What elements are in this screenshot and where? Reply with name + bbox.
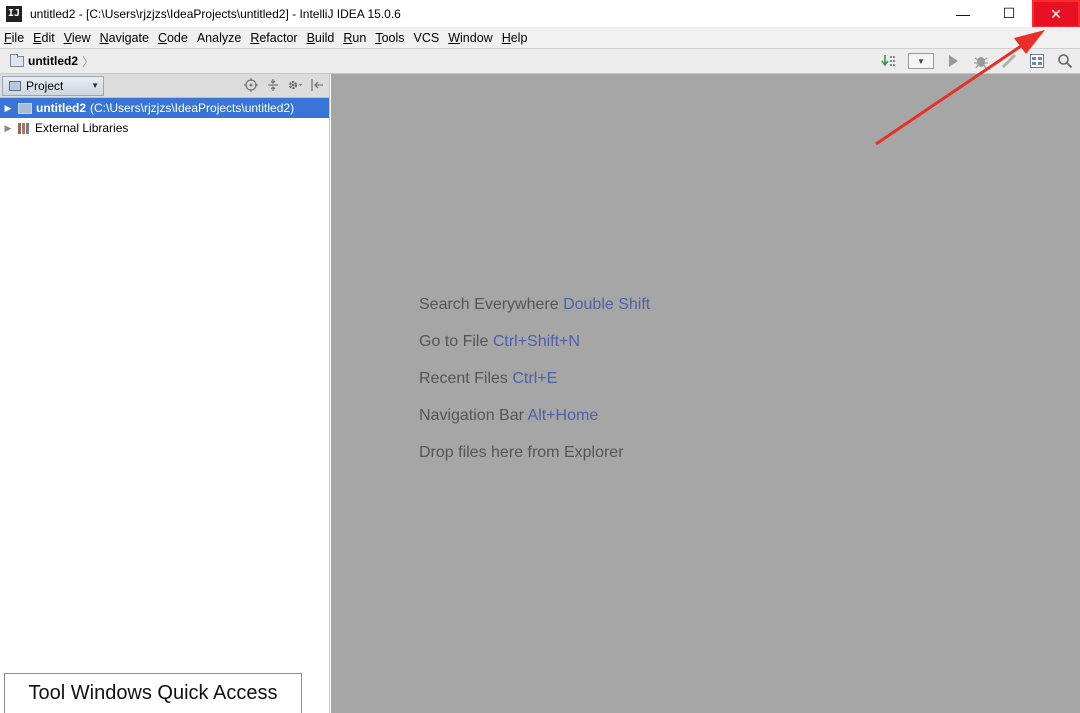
module-folder-icon [18,102,32,114]
hint-drop-files: Drop files here from Explorer [419,444,624,462]
tree-item-path: (C:\Users\rjzjzs\IdeaProjects\untitled2) [90,101,295,115]
tree-item-name: untitled2 [36,101,86,115]
menu-label: dit [41,30,55,45]
vcs-update-icon[interactable] [880,52,898,70]
menu-mnemonic: F [4,30,12,45]
menu-window[interactable]: Window [448,31,492,45]
tree-item-external-libraries[interactable]: ▶ External Libraries [0,118,329,138]
menu-edit[interactable]: Edit [33,31,55,45]
hide-panel-icon[interactable] [309,77,325,93]
hint-text: Recent Files [419,370,508,387]
collapse-all-icon[interactable] [265,77,281,93]
menu-label: avigate [108,30,149,45]
intellij-app-icon[interactable]: IJ [6,5,22,22]
menu-label: indow [460,30,493,45]
menu-help[interactable]: Help [502,31,528,45]
gear-icon[interactable] [287,77,303,93]
breadcrumb-label: untitled2 [28,54,78,68]
menu-label: elp [510,30,528,45]
menu-vcs[interactable]: VCS [414,31,440,45]
hint-shortcut: Ctrl+Shift+N [492,333,580,350]
tree-item-project-root[interactable]: ▶ untitled2 (C:\Users\rjzjzs\IdeaProject… [0,98,329,118]
menu-mnemonic: E [33,30,42,45]
menu-view[interactable]: View [64,31,91,45]
menu-run[interactable]: Run [343,31,366,45]
search-icon[interactable] [1056,52,1074,70]
hint-navigation-bar: Navigation Bar Alt+Home [419,407,598,425]
editor-empty-area[interactable]: Search Everywhere Double Shift Go to Fil… [331,74,1080,713]
hint-text: Navigation Bar [419,407,524,424]
menu-label: ools [381,30,405,45]
minimize-button[interactable]: — [940,0,986,27]
menu-mnemonic: N [99,30,109,45]
run-config-combo[interactable]: ▼ [908,53,934,69]
menu-tools[interactable]: Tools [375,31,404,45]
menu-analyze[interactable]: Analyze [197,31,241,45]
window-title: untitled2 - [C:\Users\rjzjzs\IdeaProject… [30,6,401,21]
title-bar: IJ untitled2 - [C:\Users\rjzjzs\IdeaProj… [0,0,1080,28]
expand-arrow-icon[interactable]: ▶ [0,123,16,134]
project-panel-tools [243,77,325,93]
hint-shortcut: Alt+Home [527,407,599,424]
hint-text: Go to File [419,333,489,350]
menu-label: ile [11,30,25,45]
menu-label: iew [71,30,91,45]
debug-icon[interactable] [972,52,990,70]
menu-build[interactable]: Build [307,31,335,45]
menu-mnemonic: B [306,30,315,45]
menu-mnemonic: C [157,30,167,45]
chevron-down-icon: ▼ [91,81,99,90]
coverage-icon[interactable] [1000,52,1018,70]
toolbar-actions: ▼ [880,52,1074,70]
menu-label: un [352,30,367,45]
library-icon [18,122,31,134]
menu-label: efactor [259,30,298,45]
window-controls: — ☐ ✕ [940,0,1080,28]
run-icon[interactable] [944,52,962,70]
close-button[interactable]: ✕ [1032,0,1080,28]
scroll-from-source-icon[interactable] [243,77,259,93]
project-view-selector[interactable]: Project ▼ [2,75,104,96]
hint-shortcut: Double Shift [563,296,651,313]
menu-label: ode [166,30,188,45]
navigation-bar: untitled2 〉 ▼ [0,48,1080,74]
hint-text: Drop files here from Explorer [419,444,624,461]
maximize-button[interactable]: ☐ [986,0,1032,27]
menu-code[interactable]: Code [158,31,188,45]
menu-bar: File Edit View Navigate Code Analyze Ref… [0,27,1080,48]
hint-go-to-file: Go to File Ctrl+Shift+N [419,333,580,351]
expand-arrow-icon[interactable]: ▶ [0,103,16,114]
menu-navigate[interactable]: Navigate [100,31,149,45]
folder-icon [10,53,24,67]
tree-item-name: External Libraries [35,121,129,135]
breadcrumb[interactable]: untitled2 〉 [10,53,94,70]
tool-windows-quick-access-tooltip: Tool Windows Quick Access [4,673,302,713]
hint-recent-files: Recent Files Ctrl+E [419,370,557,388]
menu-label: Analyze [196,30,242,45]
project-view-label: Project [26,78,64,93]
project-panel-header: Project ▼ [0,74,329,98]
project-tool-window: Project ▼ ▶ untitled2 (C:\Users\rjzjzs\I… [0,74,330,713]
menu-file[interactable]: File [4,31,24,45]
project-view-icon [9,80,21,91]
hint-search-everywhere: Search Everywhere Double Shift [419,296,650,314]
breadcrumb-separator: 〉 [82,54,95,69]
menu-mnemonic: H [501,30,511,45]
hint-text: Search Everywhere [419,296,559,313]
menu-refactor[interactable]: Refactor [250,31,297,45]
menu-mnemonic: R [250,30,260,45]
project-structure-icon[interactable] [1028,52,1046,70]
menu-mnemonic: W [448,30,461,45]
menu-mnemonic: V [63,30,72,45]
hint-shortcut: Ctrl+E [512,370,558,387]
menu-label: VCS [413,30,440,45]
menu-label: uild [314,30,335,45]
